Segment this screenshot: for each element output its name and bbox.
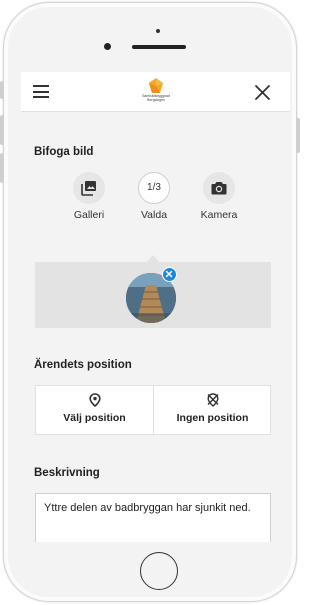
volume-down-button [0,153,4,183]
selected-photos-area [35,262,271,328]
gallery-button[interactable]: Galleri [64,172,114,221]
front-camera [104,43,111,50]
selected-label: Valda [140,209,168,221]
remove-photo-icon [165,270,173,278]
app-screen: Samhällsbyggnad Bergslagen Bifoga bild G… [21,72,290,542]
attach-section-title: Bifoga bild [34,146,94,158]
choose-position-button[interactable]: Välj position [36,386,153,434]
close-icon[interactable] [254,84,271,101]
earpiece-speaker [132,45,186,49]
choose-position-label: Välj position [63,412,126,424]
no-position-label: Ingen position [176,412,249,424]
remove-photo-button[interactable] [162,267,177,282]
logo-icon [149,78,163,93]
description-section-title: Beskrivning [34,467,100,479]
hamburger-menu-icon[interactable] [33,85,49,98]
mute-switch [0,81,4,99]
position-section-title: Ärendets position [34,359,132,371]
camera-button[interactable]: Kamera [194,172,244,221]
no-location-icon [206,393,219,407]
gallery-icon-circle [73,172,105,204]
no-position-button[interactable]: Ingen position [154,386,271,434]
home-button[interactable] [140,552,178,590]
camera-icon [211,182,227,195]
camera-icon-circle [203,172,235,204]
selected-button[interactable]: 1/3 Valda [129,172,179,221]
location-pin-icon [88,393,101,407]
proximity-sensor [156,29,160,33]
position-selector: Välj position Ingen position [35,385,271,435]
app-logo: Samhällsbyggnad Bergslagen [136,78,176,112]
gallery-icon [81,181,96,196]
gallery-label: Galleri [73,209,105,221]
volume-up-button [0,115,4,145]
selected-count: 1/3 [138,172,170,204]
camera-label: Kamera [200,209,238,221]
app-header: Samhällsbyggnad Bergslagen [21,72,290,112]
power-button [296,118,300,153]
description-textarea[interactable]: Yttre delen av badbryggan har sjunkit ne… [35,493,271,542]
logo-text-line2: Bergslagen [147,98,165,102]
